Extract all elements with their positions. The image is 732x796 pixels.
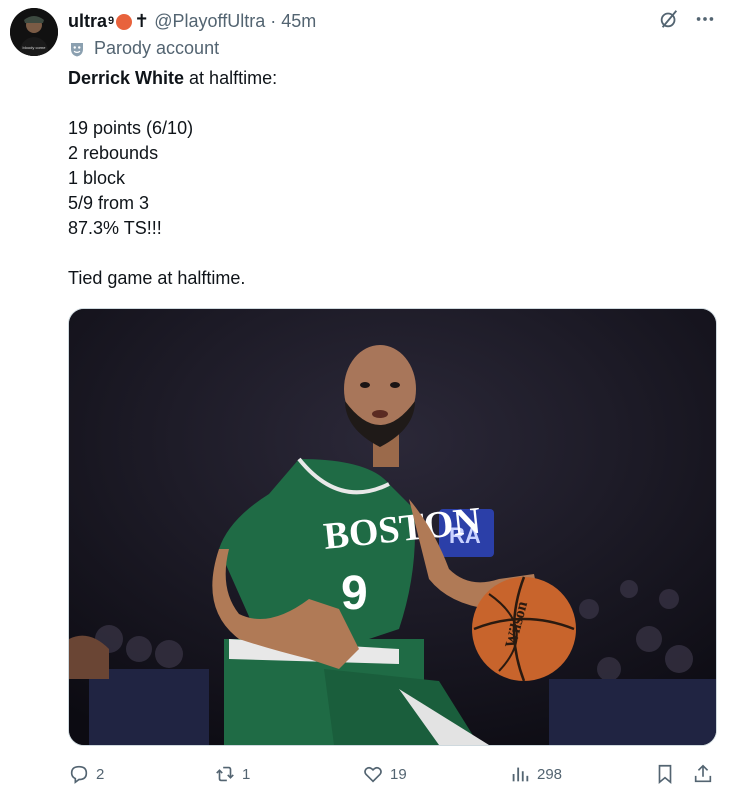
repost-icon (216, 766, 234, 782)
repost-button[interactable]: 1 (214, 760, 250, 788)
tweet-line: 19 points (6/10) (68, 118, 194, 138)
avatar[interactable]: bloody corne (10, 8, 58, 56)
reply-button[interactable]: 2 (68, 760, 104, 788)
bookmark-button[interactable] (654, 760, 676, 788)
views-count: 298 (537, 765, 563, 783)
display-name[interactable]: ultra (68, 11, 107, 32)
views-chart-icon (512, 767, 529, 782)
tweet-photo[interactable]: RA BOSTON 9 Wilson (68, 308, 717, 746)
player-name[interactable]: Derrick White (68, 68, 184, 88)
tweet-line (68, 91, 708, 116)
tweet: bloody corne ultra 9 ✝ @PlayoffUltra · 4… (0, 0, 732, 796)
reply-icon (70, 765, 88, 784)
heart-icon (364, 766, 382, 783)
user-handle[interactable]: @PlayoffUltra (154, 11, 265, 32)
tweet-line: 1 block (68, 168, 126, 188)
share-icon (694, 764, 712, 783)
parody-label: Parody account (68, 38, 219, 59)
tweet-line: 87.3% TS!!! (68, 218, 162, 238)
tweet-line: Derrick White at halftime: (68, 68, 278, 88)
more-options-icon[interactable] (694, 8, 716, 35)
basketball-emoji-icon (116, 14, 133, 30)
tweet-header: ultra 9 ✝ @PlayoffUltra · 45m (68, 8, 720, 34)
tweet-actions: 2 1 19 298 (68, 760, 720, 788)
tweet-line: 2 rebounds (68, 143, 159, 163)
tweet-line: 5/9 from 3 (68, 193, 150, 213)
timestamp[interactable]: 45m (281, 11, 316, 32)
share-button[interactable] (692, 760, 714, 788)
bookmark-icon (658, 764, 672, 785)
like-button[interactable]: 19 (362, 760, 407, 788)
reply-count: 2 (96, 765, 105, 783)
jersey-number-text: 9 (341, 567, 368, 620)
tweet-text: Derrick White at halftime: 19 points (6/… (68, 66, 708, 291)
parody-mask-icon (71, 42, 83, 56)
repost-count: 1 (242, 765, 251, 783)
grok-icon[interactable] (658, 8, 680, 35)
tweet-line (68, 241, 708, 266)
separator-dot: · (270, 10, 277, 31)
parody-label-text: Parody account (94, 38, 220, 58)
svg-text:bloody corne: bloody corne (23, 45, 47, 50)
like-count: 19 (390, 765, 407, 783)
cross-emoji: ✝ (134, 10, 150, 31)
tweet-line: Tied game at halftime. (68, 268, 246, 288)
display-name-superscript: 9 (108, 15, 115, 27)
header-actions (658, 8, 716, 35)
views-button[interactable]: 298 (509, 760, 562, 788)
